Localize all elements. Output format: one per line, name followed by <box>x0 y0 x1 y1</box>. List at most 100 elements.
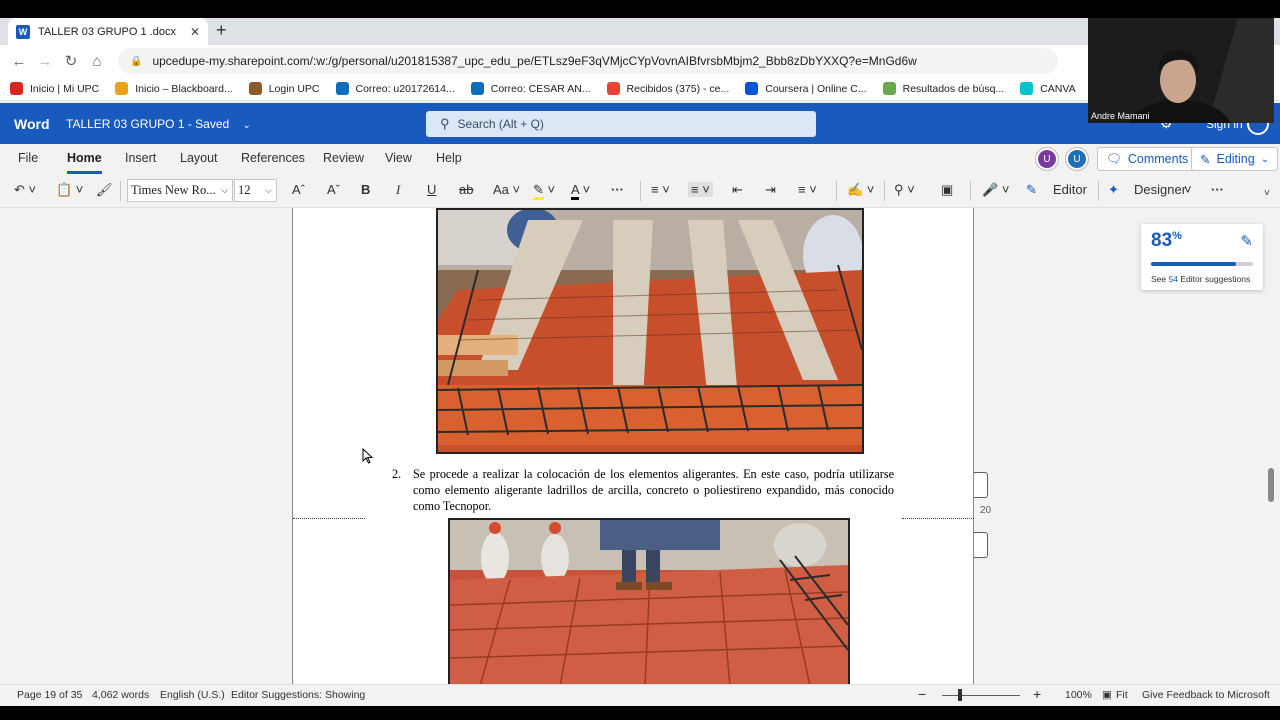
give-feedback-link[interactable]: Give Feedback to Microsoft <box>1142 689 1270 701</box>
search-box[interactable]: ⚲ Search (Alt + Q) <box>426 111 816 137</box>
bookmark-item[interactable]: Correo: CESAR AN... <box>470 82 591 95</box>
new-tab-button[interactable]: + <box>216 20 227 41</box>
bookmark-label: Correo: CESAR AN... <box>490 82 591 95</box>
zoom-slider[interactable] <box>942 695 1020 696</box>
vertical-scrollbar-thumb[interactable] <box>1268 468 1274 502</box>
zoom-slider-thumb[interactable] <box>958 689 962 701</box>
tab-help[interactable]: Help <box>436 151 462 165</box>
mouse-pointer-icon <box>362 448 374 464</box>
document-title[interactable]: TALLER 03 GRUPO 1 - Saved ⌄ <box>66 117 251 131</box>
strikethrough-icon[interactable]: ab <box>459 182 473 197</box>
bookmark-item[interactable]: CANVA <box>1020 82 1076 95</box>
numbering-icon[interactable]: ≡ ˅ <box>688 182 713 197</box>
styles-icon[interactable]: ✍ ˅ <box>847 182 874 198</box>
align-icon[interactable]: ≡ ˅ <box>798 182 817 197</box>
bookmark-label: Inicio | Mi UPC <box>30 82 100 95</box>
bookmark-item[interactable]: Inicio | Mi UPC <box>10 82 99 95</box>
divider <box>120 181 121 201</box>
editor-suggestions-link[interactable]: See 54 Editor suggestions <box>1151 274 1250 284</box>
paste-icon[interactable]: 📋 ˅ <box>56 182 83 198</box>
bookmark-favicon-icon <box>745 82 759 95</box>
bookmark-item[interactable]: Recibidos (375) - ce... <box>606 82 730 95</box>
sensitivity-icon[interactable]: ▣ <box>941 182 953 198</box>
editor-icon[interactable]: ✎ <box>1026 182 1037 198</box>
tab-insert[interactable]: Insert <box>125 151 156 165</box>
numbered-paragraph[interactable]: 2. Se procede a realizar la colocación d… <box>392 466 894 514</box>
page-break-line <box>293 518 365 519</box>
back-icon[interactable]: ← <box>6 53 32 70</box>
bookmark-item[interactable]: Login UPC <box>248 82 320 95</box>
bookmark-favicon-icon <box>248 82 262 95</box>
bold-icon[interactable]: B <box>361 182 370 197</box>
fit-icon[interactable]: ▣ <box>1102 689 1112 701</box>
zoom-level[interactable]: 100% <box>1065 689 1092 701</box>
page-header-marker <box>974 532 988 558</box>
forward-icon[interactable]: → <box>32 53 58 70</box>
undo-icon[interactable]: ↶ ˅ <box>14 182 36 198</box>
font-name-select[interactable]: Times New Ro... ⌵ <box>127 179 233 202</box>
shrink-font-icon[interactable]: Aˇ <box>327 182 340 197</box>
bookmark-item[interactable]: Correo: u20172614... <box>335 82 455 95</box>
bookmark-label: Correo: u20172614... <box>355 82 455 95</box>
collaborator-avatar[interactable]: U <box>1036 148 1058 170</box>
reload-icon[interactable]: ↻ <box>58 52 84 70</box>
tab-file[interactable]: File <box>18 151 38 165</box>
lock-icon: 🔒 <box>130 55 143 67</box>
search-icon: ⚲ <box>440 116 450 131</box>
find-icon[interactable]: ⚲ ˅ <box>894 182 915 198</box>
fit-button[interactable]: Fit <box>1116 689 1128 701</box>
close-tab-icon[interactable]: ✕ <box>190 25 200 39</box>
zoom-out-icon[interactable]: − <box>918 686 926 702</box>
editor-button[interactable]: Editor <box>1053 182 1087 197</box>
increase-indent-icon[interactable]: ⇥ <box>765 182 776 198</box>
divider <box>836 181 837 201</box>
comments-button[interactable]: 🗨 Comments <box>1097 147 1198 171</box>
decrease-indent-icon[interactable]: ⇤ <box>732 182 743 198</box>
tab-references[interactable]: References <box>241 151 305 165</box>
ribbon-expand-icon[interactable]: ˅ <box>1264 188 1270 199</box>
editor-score-card[interactable]: 83% ✎ See 54 Editor suggestions <box>1141 224 1263 290</box>
font-size-select[interactable]: 12 ⌵ <box>234 179 277 202</box>
bookmark-item[interactable]: Inicio – Blackboard... <box>115 82 233 95</box>
word-app-name[interactable]: Word <box>14 116 50 132</box>
editor-suggestions-status[interactable]: Editor Suggestions: Showing <box>231 689 365 701</box>
bookmark-item[interactable]: Resultados de búsq... <box>882 82 1004 95</box>
designer-icon[interactable]: ✦ <box>1108 182 1119 198</box>
bookmark-label: Recibidos (375) - ce... <box>626 82 730 95</box>
change-case-icon[interactable]: Aa ˅ <box>493 182 520 197</box>
tab-layout[interactable]: Layout <box>180 151 218 165</box>
pencil-icon: ✎ <box>1200 152 1211 167</box>
more-options-icon[interactable]: ··· <box>1211 182 1224 197</box>
tab-home[interactable]: Home <box>67 151 102 174</box>
url-field[interactable]: 🔒 upcedupe-my.sharepoint.com/:w:/g/perso… <box>118 48 1058 74</box>
search-placeholder: Search (Alt + Q) <box>457 117 544 131</box>
tab-review[interactable]: Review <box>323 151 364 165</box>
italic-icon[interactable]: I <box>396 182 400 198</box>
format-painter-icon[interactable]: 🖌 <box>96 182 113 198</box>
bookmark-item[interactable]: Coursera | Online C... <box>745 82 867 95</box>
tab-view[interactable]: View <box>385 151 412 165</box>
designer-button[interactable]: Designer <box>1134 182 1186 197</box>
language[interactable]: English (U.S.) <box>160 689 225 701</box>
construction-photo-joists[interactable] <box>436 208 864 454</box>
chevron-down-icon[interactable]: ˅ <box>1184 182 1192 197</box>
home-icon[interactable]: ⌂ <box>84 53 110 70</box>
webcam-name-label: Andre Mamani <box>1091 111 1150 121</box>
editing-mode-button[interactable]: ✎ Editing ⌄ <box>1191 147 1279 171</box>
highlight-icon[interactable]: ✎ ˅ <box>533 182 555 200</box>
editor-score-bar <box>1151 262 1253 266</box>
browser-tab[interactable]: W TALLER 03 GRUPO 1 .docx ✕ <box>8 18 208 45</box>
font-color-icon[interactable]: A ˅ <box>571 182 590 200</box>
grow-font-icon[interactable]: Aˆ <box>292 182 305 197</box>
paragraph-text: Se procede a realizar la colocación de l… <box>413 467 894 513</box>
zoom-in-icon[interactable]: + <box>1033 686 1041 702</box>
underline-icon[interactable]: U <box>427 182 436 197</box>
word-count[interactable]: 4,062 words <box>92 689 149 701</box>
collaborator-avatar[interactable]: U <box>1066 148 1088 170</box>
bullets-icon[interactable]: ≡ ˅ <box>651 182 670 197</box>
more-font-options-icon[interactable]: ··· <box>611 182 624 197</box>
comment-icon: 🗨 <box>1106 151 1122 166</box>
tab-title: TALLER 03 GRUPO 1 .docx <box>38 25 176 38</box>
construction-photo-bricks[interactable] <box>448 518 850 684</box>
dictate-icon[interactable]: 🎤 ˅ <box>982 182 1009 198</box>
